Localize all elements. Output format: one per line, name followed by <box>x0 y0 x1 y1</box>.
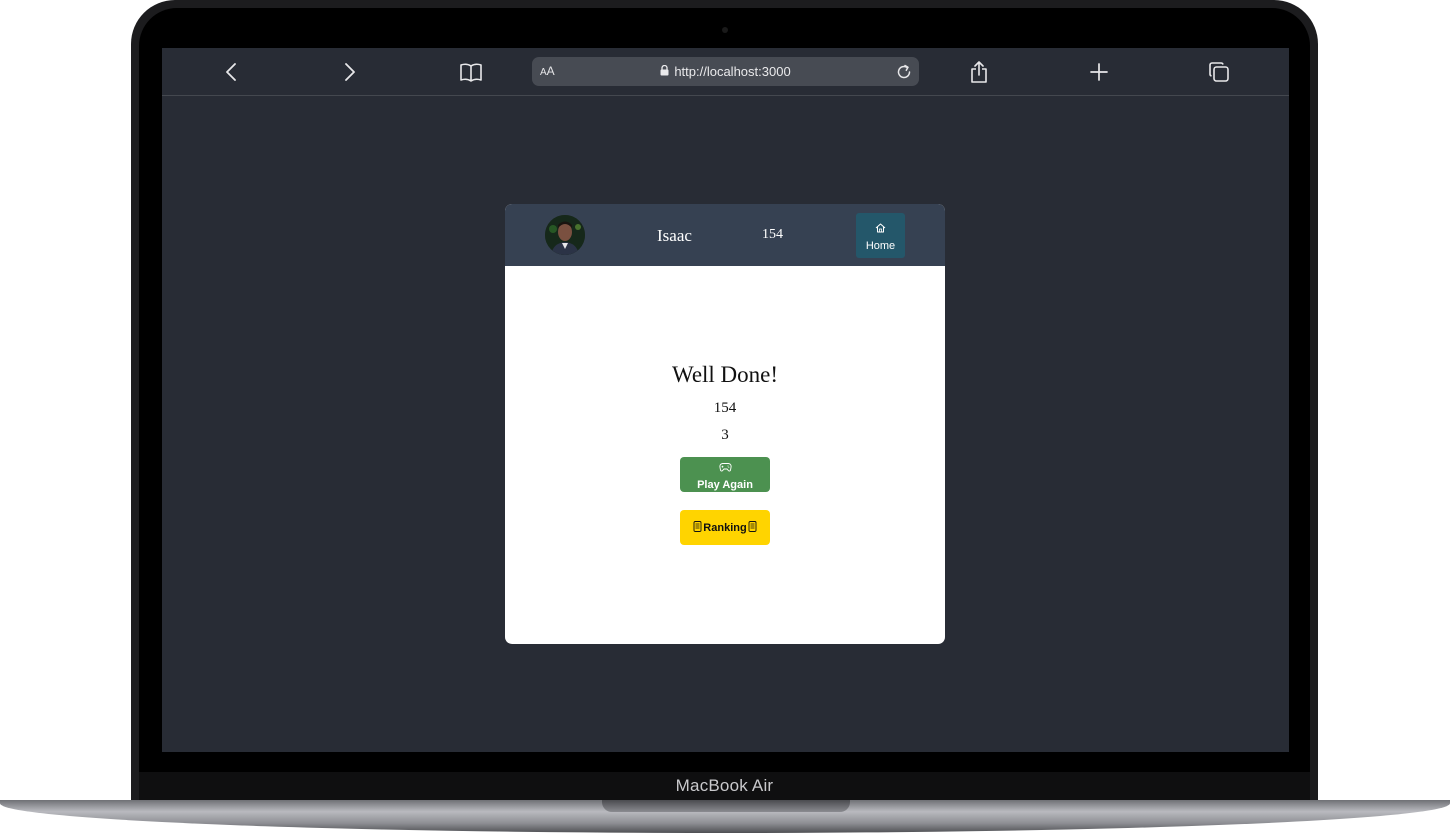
play-again-button[interactable]: Play Again <box>680 457 770 492</box>
laptop-chin: MacBook Air <box>139 772 1310 800</box>
result-title: Well Done! <box>671 362 779 387</box>
new-tab-icon[interactable] <box>1087 60 1111 84</box>
username: Isaac <box>657 226 692 245</box>
forward-icon[interactable] <box>338 60 362 84</box>
reload-icon[interactable] <box>895 63 913 81</box>
medal-icon <box>693 519 702 537</box>
game-result-card: Isaac 154 Home Well Done! 154 3 Play Aga… <box>505 204 945 644</box>
browser-toolbar: AA http://localhost:3000 <box>162 48 1289 96</box>
device-label: MacBook Air <box>675 776 774 795</box>
avatar <box>545 215 585 255</box>
gamepad-icon <box>718 459 732 477</box>
home-button-label: Home <box>865 239 896 252</box>
medal-icon <box>748 519 757 537</box>
back-icon[interactable] <box>219 60 243 84</box>
bookmarks-icon[interactable] <box>459 60 483 84</box>
camera-icon <box>722 27 728 33</box>
laptop-hinge-notch <box>602 800 850 812</box>
home-button[interactable]: Home <box>856 213 905 258</box>
home-icon <box>875 220 886 238</box>
tabs-icon[interactable] <box>1207 60 1231 84</box>
play-again-label: Play Again <box>697 478 753 491</box>
url-display: http://localhost:3000 <box>532 57 919 86</box>
app-header: Isaac 154 Home <box>505 204 945 266</box>
url-text: http://localhost:3000 <box>674 64 791 79</box>
ranking-label: Ranking <box>703 521 747 534</box>
address-bar[interactable]: AA http://localhost:3000 <box>532 57 919 86</box>
result-count: 3 <box>721 427 729 443</box>
result-score: 154 <box>713 400 737 416</box>
header-score: 154 <box>762 227 783 242</box>
ranking-button[interactable]: Ranking <box>680 510 770 545</box>
browser-screen: AA http://localhost:3000 Isaac 154 Home … <box>162 48 1289 752</box>
lock-icon <box>660 64 669 79</box>
share-icon[interactable] <box>967 60 991 84</box>
